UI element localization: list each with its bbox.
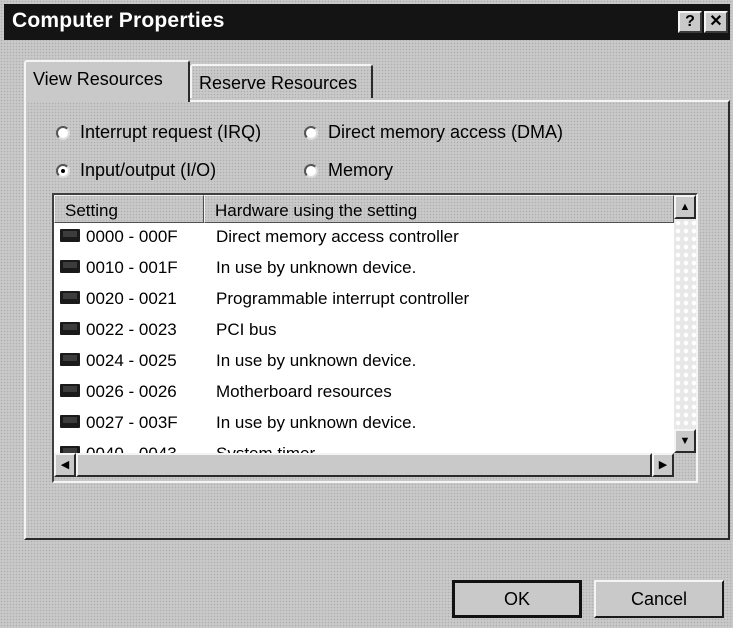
- window-title: Computer Properties: [12, 9, 225, 32]
- cancel-button[interactable]: Cancel: [594, 580, 724, 618]
- close-button[interactable]: ✕: [704, 11, 728, 33]
- tab-panel: [24, 100, 730, 540]
- ok-button[interactable]: OK: [452, 580, 582, 618]
- tab-reserve-resources[interactable]: Reserve Resources: [190, 64, 373, 98]
- help-button[interactable]: ?: [678, 11, 702, 33]
- title-bar[interactable]: Computer Properties ? ✕: [4, 4, 730, 40]
- computer-properties-dialog: Computer Properties ? ✕ View Resources R…: [0, 0, 733, 628]
- tab-view-resources[interactable]: View Resources: [24, 60, 190, 102]
